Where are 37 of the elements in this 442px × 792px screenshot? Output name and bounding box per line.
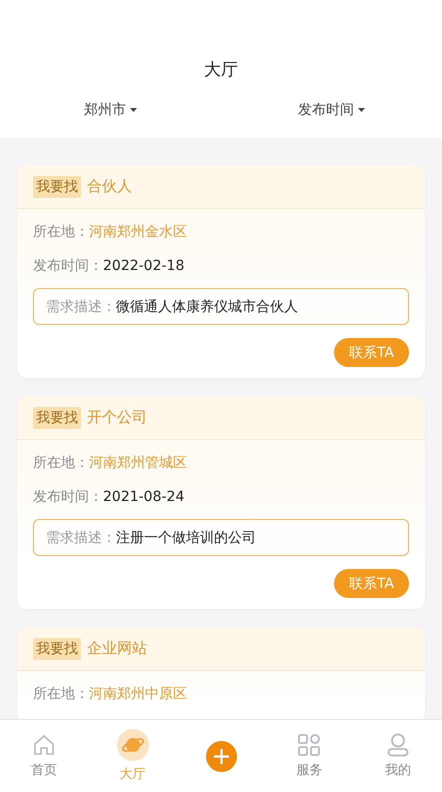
- tab-item[interactable]: 大厅: [88, 720, 177, 792]
- location-label: 所在地：: [33, 454, 89, 472]
- description-text: 微循通人体康养仪城市合伙人: [116, 298, 298, 316]
- planet-icon: [116, 729, 149, 761]
- user-icon: [386, 733, 409, 757]
- tag: 我要找: [33, 406, 81, 428]
- post-title: 企业网站: [87, 639, 147, 658]
- location-value: 河南郑州管城区: [89, 454, 187, 472]
- date-value: 2022-02-18: [103, 258, 184, 274]
- plus-icon: [212, 748, 230, 764]
- filter-dropdown[interactable]: 发布时间: [298, 101, 365, 119]
- tab-item[interactable]: 我的: [354, 720, 442, 792]
- location-label: 所在地：: [33, 223, 89, 241]
- grid-icon: [297, 733, 322, 757]
- description-text: 注册一个做培训的公司: [116, 528, 256, 546]
- tag: 我要找: [33, 638, 81, 660]
- date-label: 发布时间：: [33, 488, 103, 506]
- tab-item[interactable]: 首页: [0, 720, 88, 792]
- filter-dropdown[interactable]: 郑州市: [84, 101, 137, 119]
- date-label: 发布时间：: [33, 257, 103, 275]
- caret-icon: [358, 108, 365, 112]
- post-title: 开个公司: [87, 408, 147, 427]
- description-label: 需求描述：: [46, 298, 116, 316]
- location-value: 河南郑州金水区: [89, 223, 187, 241]
- add-button[interactable]: [206, 740, 237, 772]
- contact-button[interactable]: 联系TA: [334, 338, 409, 367]
- home-icon: [32, 733, 56, 757]
- caret-icon: [130, 108, 137, 112]
- description-label: 需求描述：: [46, 528, 116, 546]
- tag: 我要找: [33, 176, 81, 198]
- page-title: 大厅: [204, 59, 238, 81]
- contact-button[interactable]: 联系TA: [334, 569, 409, 598]
- post-title: 合伙人: [87, 177, 132, 196]
- location-label: 所在地：: [33, 685, 89, 703]
- location-value: 河南郑州中原区: [89, 685, 187, 703]
- tab-item[interactable]: 服务: [265, 720, 354, 792]
- date-value: 2021-08-24: [103, 489, 184, 505]
